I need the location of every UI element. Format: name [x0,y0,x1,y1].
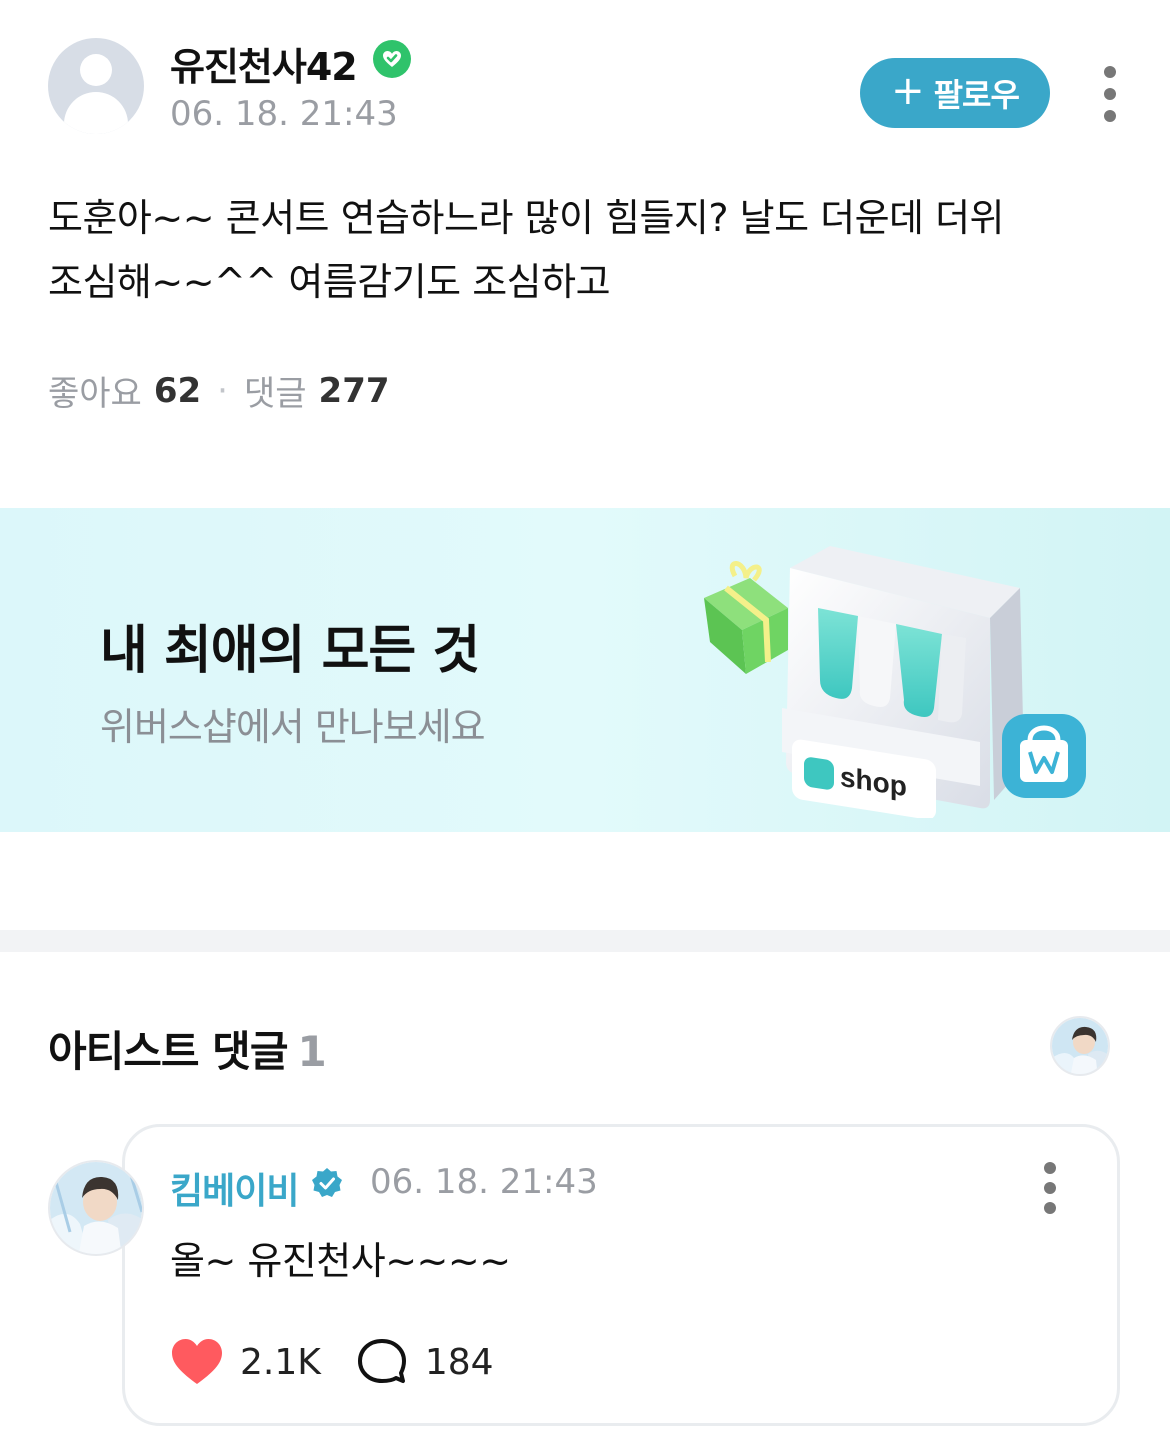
artist-comments-heading: 아티스트 댓글 1 [48,1018,327,1079]
author-name[interactable]: 유진천사42 [170,36,358,91]
comment-text: 올~ 유진천사~~~~ [170,1239,511,1283]
post-body-line: 조심해~~^^ 여름감기도 조심하고 [48,260,611,304]
section-divider [0,930,1170,952]
post-timestamp: 06. 18. 21:43 [170,94,398,134]
comments-label: 댓글 [243,374,307,414]
post-body-line: 도훈아~~ 콘서트 연습하느라 많이 힘들지? 날도 더운데 더위 [48,196,1005,240]
comments-count[interactable]: 277 [319,371,390,411]
comment-reply-count: 184 [424,1341,494,1383]
banner-title: 내 최애의 모든 것 [100,621,480,681]
post-stats: 좋아요 62 · 댓글 277 [48,366,390,415]
commenter-name[interactable]: 킴베이비 [170,1162,299,1214]
verified-badge-icon [373,40,411,78]
follow-button[interactable]: + 팔로우 [860,58,1050,128]
artist-comments-count: 1 [297,1027,326,1076]
artist-avatar-small[interactable] [1050,1016,1110,1076]
stats-separator: · [217,370,228,411]
comment-timestamp: 06. 18. 21:43 [370,1162,598,1202]
shop-store-illustration: shop [704,546,1086,818]
artist-verified-icon [312,1168,342,1197]
likes-count[interactable]: 62 [154,371,201,411]
comment-more-options-icon[interactable] [1042,1162,1058,1218]
shop-banner[interactable]: 내 최애의 모든 것 위버스샵에서 만나보세요 shop [0,508,1170,832]
post-header: 유진천사42 06. 18. 21:43 + 팔로우 [0,0,1170,150]
shopping-bag-icon [1002,714,1086,798]
more-options-icon[interactable] [1102,66,1118,126]
banner-subtitle: 위버스샵에서 만나보세요 [100,705,486,749]
heart-icon[interactable] [170,1337,224,1387]
artist-comments-title: 아티스트 댓글 [48,1027,288,1076]
commenter-avatar[interactable] [48,1160,144,1256]
author-avatar[interactable] [48,38,144,134]
plus-icon: + [891,68,925,114]
follow-label: 팔로우 [933,76,1020,114]
likes-label: 좋아요 [48,374,142,414]
post-body: 도훈아~~ 콘서트 연습하느라 많이 힘들지? 날도 더운데 더위 조심해~~^… [48,186,1128,314]
comment-like-count: 2.1K [240,1341,321,1383]
reply-bubble-icon[interactable] [355,1337,409,1387]
store-box: shop [782,546,1024,818]
comment-actions: 2.1K 184 [170,1334,494,1390]
gift-icon [704,561,788,674]
